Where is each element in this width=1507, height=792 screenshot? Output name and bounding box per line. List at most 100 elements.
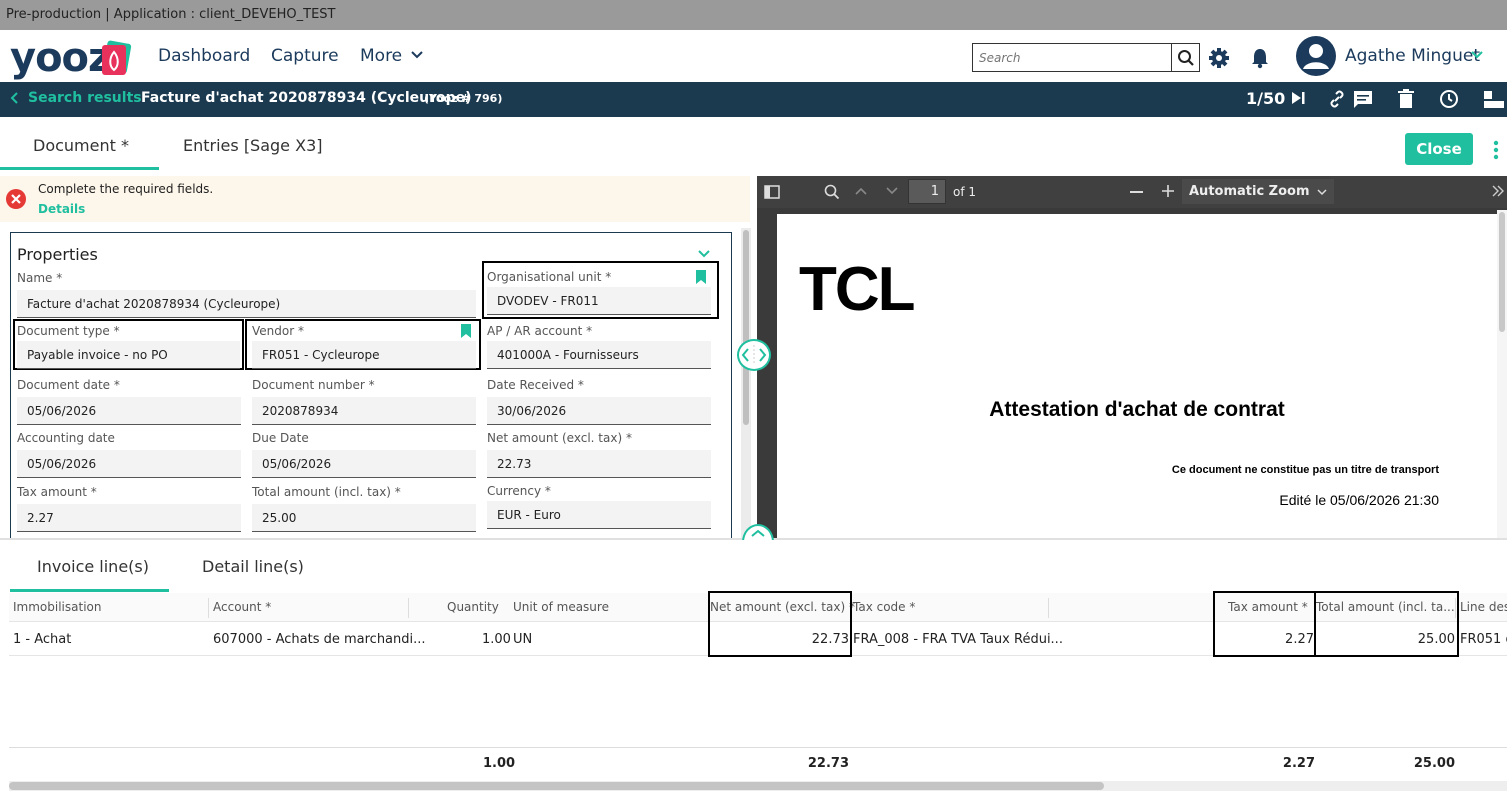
doc-type-field[interactable]: Payable invoice - no PO	[17, 341, 240, 369]
due-date-label: Due Date	[252, 431, 309, 445]
zoom-select[interactable]: Automatic Zoom	[1182, 179, 1334, 204]
total-amount-column-highlight	[1314, 591, 1459, 657]
col-line-description[interactable]: Line desc	[1460, 600, 1507, 614]
row-line-description[interactable]: FR051 d	[1460, 632, 1507, 647]
vendor-field[interactable]: FR051 - Cycleurope	[252, 341, 476, 369]
org-unit-label: Organisational unit *	[487, 270, 612, 284]
prev-page-icon[interactable]	[854, 186, 868, 196]
tax-amount-label: Tax amount *	[17, 485, 97, 499]
pdf-edited-date: Edité le 05/06/2026 21:30	[1279, 492, 1439, 508]
org-unit-field[interactable]: DVODEV - FR011	[487, 287, 711, 315]
tab-entries[interactable]: Entries [Sage X3]	[183, 126, 322, 166]
total-amount-label: Total amount (incl. tax) *	[252, 485, 401, 499]
page-number-input[interactable]: 1	[908, 179, 946, 204]
lines-panel: Invoice line(s) Detail line(s) Immobilis…	[0, 540, 1507, 792]
active-tab-indicator	[0, 167, 159, 170]
nav-more[interactable]: More	[360, 45, 402, 67]
col-quantity[interactable]: Quantity	[447, 600, 499, 614]
net-amount-field[interactable]: 22.73	[487, 450, 711, 478]
chevron-left-icon[interactable]	[10, 91, 20, 105]
zoom-select-value: Automatic Zoom	[1189, 184, 1310, 199]
row-quantity[interactable]: 1.00	[482, 632, 511, 647]
currency-field[interactable]: EUR - Euro	[487, 501, 711, 529]
more-options-icon[interactable]	[1492, 139, 1500, 161]
pdf-page: TCL Attestation d'achat de contrat Ce do…	[777, 214, 1497, 538]
row-tax-code[interactable]: FRA_008 - FRA TVA Taux Rédui...	[853, 632, 1063, 647]
total-total-amount: 25.00	[1413, 756, 1455, 771]
col-account[interactable]: Account *	[213, 600, 271, 614]
gear-icon[interactable]	[1208, 47, 1230, 69]
doc-date-field[interactable]: 05/06/2026	[17, 397, 241, 425]
due-date-field[interactable]: 05/06/2026	[252, 450, 476, 478]
search-input[interactable]	[973, 44, 1172, 71]
search-box	[972, 43, 1200, 72]
tab-invoice-lines[interactable]: Invoice line(s)	[37, 557, 149, 576]
environment-label: Pre-production | Application : client_DE…	[6, 7, 336, 22]
nav-dashboard[interactable]: Dashboard	[158, 45, 250, 67]
name-field[interactable]: Facture d'achat 2020878934 (Cycleurope)	[17, 290, 476, 318]
col-tax-code[interactable]: Tax code *	[853, 600, 915, 614]
error-icon	[6, 189, 26, 209]
total-amount-field[interactable]: 25.00	[252, 504, 476, 532]
col-divider	[208, 598, 209, 618]
chevron-down-icon[interactable]	[410, 50, 424, 60]
back-to-search-results[interactable]: Search results	[28, 89, 142, 107]
sidebar-toggle-icon[interactable]	[764, 185, 780, 199]
doc-date-label: Document date *	[17, 378, 120, 392]
lines-active-tab-indicator	[10, 589, 169, 592]
row-account[interactable]: 607000 - Achats de marchandi...	[213, 632, 426, 647]
doc-number-label: Document number *	[252, 378, 375, 392]
properties-scrollbar-thumb[interactable]	[743, 230, 749, 425]
zoom-in-icon[interactable]	[1161, 184, 1175, 198]
col-unit-of-measure[interactable]: Unit of measure	[513, 600, 609, 614]
vendor-bookmark-icon[interactable]	[461, 324, 471, 338]
zoom-out-icon[interactable]	[1130, 191, 1143, 193]
search-button[interactable]	[1171, 44, 1199, 71]
yooz-logo[interactable]: yooz	[10, 36, 111, 80]
total-net-amount: 22.73	[807, 756, 849, 771]
bell-icon[interactable]	[1250, 47, 1270, 69]
zoom-chevron-down-icon	[1317, 189, 1327, 196]
name-label: Name *	[17, 271, 63, 285]
col-immobilisation[interactable]: Immobilisation	[13, 600, 101, 614]
row-unit[interactable]: UN	[513, 632, 532, 647]
ap-account-label: AP / AR account *	[487, 324, 593, 338]
skip-next-icon[interactable]	[1290, 90, 1306, 106]
acc-date-field[interactable]: 05/06/2026	[17, 450, 241, 478]
layout-icon[interactable]	[1482, 89, 1504, 109]
pdf-search-icon[interactable]	[824, 184, 840, 200]
nav-capture[interactable]: Capture	[271, 45, 339, 67]
avatar[interactable]	[1296, 36, 1336, 76]
trash-icon[interactable]	[1397, 89, 1415, 109]
collapse-chevron-icon[interactable]	[697, 249, 711, 259]
pdf-viewer: 1 of 1 Automatic Zoom TCL Attestation d'…	[757, 176, 1507, 538]
tax-amount-field[interactable]: 2.27	[17, 504, 241, 532]
ap-account-field[interactable]: 401000A - Fournisseurs	[487, 341, 711, 369]
col-divider	[1048, 598, 1049, 618]
lines-horizontal-scrollbar-thumb[interactable]	[9, 782, 1104, 790]
doc-number-field[interactable]: 2020878934	[252, 397, 476, 425]
alert-message: Complete the required fields.	[38, 182, 214, 196]
bookmark-icon[interactable]	[696, 270, 706, 284]
alert-details-link[interactable]: Details	[38, 201, 85, 217]
properties-panel: Properties Name * Facture d'achat 202087…	[10, 232, 732, 542]
yooz-id: (Yooz # 796)	[424, 92, 503, 105]
close-button[interactable]: Close	[1405, 133, 1473, 165]
tools-chevron-icon[interactable]	[1491, 184, 1505, 198]
net-amount-label: Net amount (excl. tax) *	[487, 431, 632, 445]
user-name[interactable]: Agathe Minguet	[1345, 45, 1480, 67]
tab-document[interactable]: Document *	[33, 126, 129, 166]
tab-detail-lines[interactable]: Detail line(s)	[202, 557, 304, 576]
next-page-icon[interactable]	[885, 186, 899, 196]
comment-icon[interactable]	[1352, 89, 1374, 109]
history-icon[interactable]	[1439, 89, 1459, 109]
link-icon[interactable]	[1327, 89, 1347, 109]
vertical-splitter-handle[interactable]	[737, 339, 771, 371]
pdf-scrollbar-thumb[interactable]	[1499, 212, 1505, 332]
currency-label: Currency *	[487, 484, 551, 498]
search-icon	[1177, 49, 1194, 66]
total-tax-amount: 2.27	[1282, 756, 1315, 771]
row-immobilisation[interactable]: 1 - Achat	[13, 632, 71, 647]
user-chevron-down-icon[interactable]	[1470, 50, 1484, 60]
date-received-field[interactable]: 30/06/2026	[487, 397, 711, 425]
